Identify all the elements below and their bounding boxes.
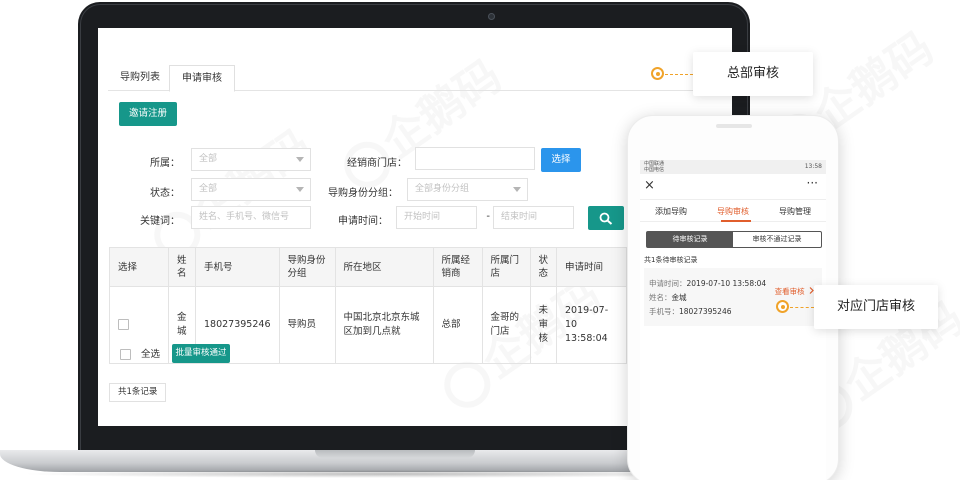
phone-tab-bar: 添加导购 导购审核 导购管理 <box>640 200 826 222</box>
card-time-value: 2019-07-10 13:58:04 <box>686 279 767 288</box>
belong-select[interactable]: 全部 <box>191 148 311 171</box>
select-all-checkbox[interactable] <box>120 349 131 360</box>
group-select[interactable]: 全部身份分组 <box>407 178 528 201</box>
close-icon[interactable]: × <box>644 178 655 193</box>
col-name: 姓名 <box>168 247 196 287</box>
application-card[interactable]: 申请时间：2019-07-10 13:58:04 姓名：金城 手机号：18027… <box>644 268 822 326</box>
magnifier-icon <box>599 212 613 225</box>
tab-application-review[interactable]: 申请审核 <box>169 65 235 92</box>
card-name: 姓名：金城 <box>649 292 687 303</box>
dealer-store-input[interactable] <box>415 147 535 170</box>
store-review-callout: 对应门店审核 <box>814 285 938 329</box>
view-audit-link[interactable]: 查看审核 <box>775 286 814 297</box>
row-checkbox[interactable] <box>118 319 129 330</box>
card-phone: 手机号：18027395246 <box>649 306 732 317</box>
phone-device: 中国联通 中国电信 13:58 × ··· 添加导购 导购审核 导购管理 待审核记… <box>627 115 839 480</box>
laptop-notch <box>315 450 475 458</box>
segment-rejected[interactable]: 审核不通过记录 <box>733 232 821 247</box>
invite-register-button[interactable]: 邀请注册 <box>119 102 177 126</box>
tab-guide-list[interactable]: 导购列表 <box>108 65 172 91</box>
search-button[interactable] <box>588 206 624 230</box>
col-region: 所在地区 <box>334 247 434 287</box>
apply-time-label: 申请时间： <box>338 216 388 227</box>
tab-bar: 导购列表 申请审核 <box>108 65 722 92</box>
table-header-row: 选择 姓名 手机号 导购身份分组 所在地区 所属经销商 所属门店 状态 申请时间 <box>109 247 628 287</box>
product-showcase: 企鹅码 企鹅码 企鹅码 企鹅码 企鹅码 导购列表 申请审核 邀请注册 所属： 全… <box>0 0 960 480</box>
card-name-value: 金城 <box>671 293 687 302</box>
cell-status: 未审核 <box>529 286 558 364</box>
keyword-label: 关键词： <box>140 216 180 227</box>
date-separator: - <box>486 211 490 222</box>
phone-tab-add-guide[interactable]: 添加导购 <box>640 206 702 217</box>
card-name-label: 姓名： <box>649 293 672 302</box>
callout-line <box>665 74 693 75</box>
col-phone: 手机号 <box>195 247 280 287</box>
dealer-store-label: 经销商门店： <box>347 158 407 169</box>
col-apply-time: 申请时间 <box>556 247 628 287</box>
belong-label: 所属： <box>150 158 180 169</box>
status-select-value: 全部 <box>199 184 218 194</box>
active-tab-indicator <box>721 220 751 222</box>
start-time-input[interactable]: 开始时间 <box>396 206 477 229</box>
caret-down-icon <box>296 187 304 192</box>
cell-store: 金哥的门店 <box>481 286 531 364</box>
cell-region: 中国北京北京东城区加到几点就 <box>334 286 434 364</box>
phone-tab-guide-manage[interactable]: 导购管理 <box>764 206 826 217</box>
carrier-info: 中国联通 中国电信 <box>644 161 664 173</box>
col-store: 所属门店 <box>481 247 531 287</box>
card-time-label: 申请时间： <box>649 279 687 288</box>
caret-down-icon <box>296 157 304 162</box>
phone-title-bar: × ··· <box>640 174 826 200</box>
card-apply-time: 申请时间：2019-07-10 13:58:04 <box>649 278 766 289</box>
col-select: 选择 <box>109 247 169 287</box>
callout-line <box>790 307 814 308</box>
status-select[interactable]: 全部 <box>191 178 311 201</box>
phone-status-bar: 中国联通 中国电信 13:58 <box>640 160 826 174</box>
callout-marker-icon <box>651 67 664 80</box>
phone-tab-guide-review[interactable]: 导购审核 <box>702 206 764 217</box>
col-group: 导购身份分组 <box>278 247 336 287</box>
segment-pending[interactable]: 待审核记录 <box>647 232 733 247</box>
cell-apply-time: 2019-07-10 13:58:04 <box>556 286 628 364</box>
col-dealer: 所属经销商 <box>432 247 483 287</box>
callout-marker-icon <box>776 300 789 313</box>
camera-icon <box>488 13 495 20</box>
col-status: 状态 <box>529 247 558 287</box>
status-clock: 13:58 <box>804 163 822 170</box>
more-icon[interactable]: ··· <box>807 176 818 190</box>
cell-dealer: 总部 <box>432 286 483 364</box>
keyword-input[interactable]: 姓名、手机号、微信号 <box>191 206 311 229</box>
caret-down-icon <box>513 187 521 192</box>
group-label: 导购身份分组： <box>328 188 398 199</box>
hq-review-callout: 总部审核 <box>693 52 813 96</box>
cell-group: 导购员 <box>278 286 336 364</box>
select-all[interactable]: 全选 <box>120 346 160 360</box>
card-phone-value: 18027395246 <box>679 307 732 316</box>
select-all-label: 全选 <box>141 349 161 360</box>
review-segment-control: 待审核记录 审核不通过记录 <box>646 231 822 248</box>
group-select-value: 全部身份分组 <box>415 184 470 194</box>
phone-screen: 中国联通 中国电信 13:58 × ··· 添加导购 导购审核 导购管理 待审核记… <box>640 160 826 480</box>
phone-speaker <box>716 124 752 128</box>
batch-approve-button[interactable]: 批量审核通过 <box>172 344 230 363</box>
card-phone-label: 手机号： <box>649 307 679 316</box>
view-audit-label: 查看审核 <box>774 287 805 296</box>
status-label: 状态： <box>150 188 180 199</box>
select-button[interactable]: 选择 <box>541 148 581 172</box>
pending-count: 共1条待审核记录 <box>644 256 698 264</box>
carrier-secondary: 中国电信 <box>644 167 665 173</box>
end-time-input[interactable]: 结束时间 <box>493 206 574 229</box>
record-count: 共1条记录 <box>109 383 167 402</box>
belong-select-value: 全部 <box>199 154 218 164</box>
